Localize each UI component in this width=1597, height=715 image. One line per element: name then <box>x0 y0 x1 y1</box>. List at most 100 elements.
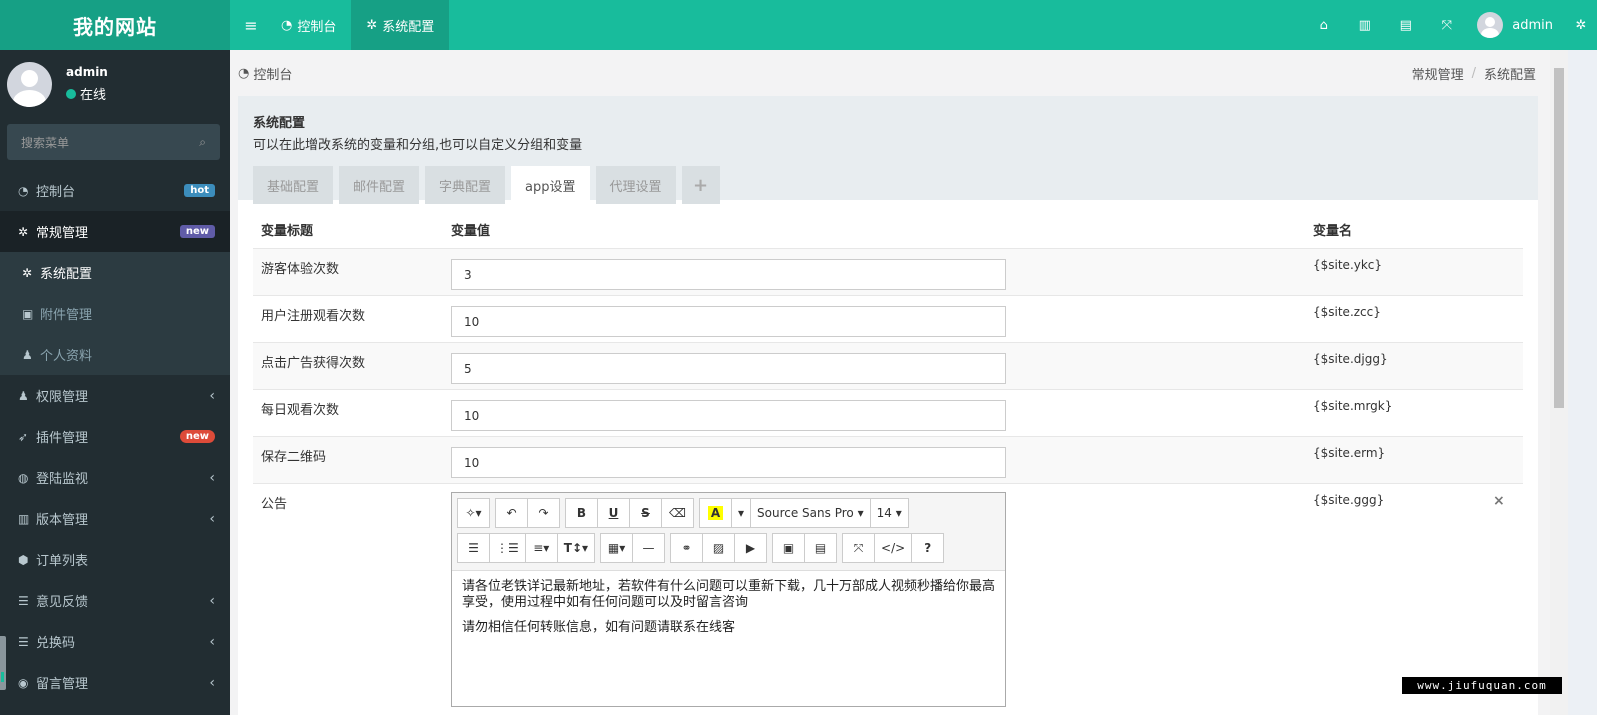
breadcrumb-home[interactable]: 控制台 <box>253 64 292 83</box>
line-height-icon[interactable]: T↕ ▾ <box>556 533 596 563</box>
rich-text-editor[interactable]: ✧▾ ↶ ↷ B U S ⌫ A ▾ Source Sans Pro ▾ 14 … <box>451 492 1006 707</box>
eraser-icon[interactable]: ⌫ <box>661 498 694 528</box>
sidebar-item-system-config[interactable]: ✲ 系统配置 <box>0 252 230 293</box>
font-family-select[interactable]: Source Sans Pro ▾ <box>750 498 871 528</box>
image-upload-icon[interactable]: ▣ <box>772 533 806 563</box>
trash-icon[interactable]: ▥ <box>1344 0 1385 50</box>
scrollbar[interactable] <box>1550 50 1568 715</box>
help-icon[interactable]: ? <box>911 533 945 563</box>
delete-icon[interactable]: × <box>1493 493 1505 509</box>
translate-icon[interactable]: ▤ <box>1385 0 1426 50</box>
highlight-color-icon[interactable]: A <box>699 498 732 528</box>
sidebar-item-plugins[interactable]: ➶ 插件管理 new <box>0 416 230 457</box>
group-icon: ♟ <box>18 388 29 403</box>
table-row: 用户注册观看次数 10 {$site.zcc} <box>253 295 1523 342</box>
magic-style-icon[interactable]: ✧▾ <box>457 498 490 528</box>
file-icon[interactable]: ▤ <box>804 533 838 563</box>
row-var-name: {$site.ykc} <box>1313 258 1383 272</box>
sidebar-item-redeem-codes[interactable]: ☰ 兑换码 ‹ <box>0 621 230 662</box>
color-dropdown-icon[interactable]: ▾ <box>731 498 752 528</box>
main-content: ◔ 控制台 常规管理 / 系统配置 系统配置 可以在此增改系统的变量和分组,也可… <box>230 50 1550 715</box>
tab-agent[interactable]: 代理设置 <box>595 166 676 204</box>
row-title: 用户注册观看次数 <box>261 309 366 324</box>
fullscreen-icon[interactable]: ⤧ <box>842 533 876 563</box>
video-icon[interactable]: ▶ <box>734 533 768 563</box>
undo-icon[interactable]: ↶ <box>495 498 528 528</box>
align-icon[interactable]: ≡▾ <box>524 533 558 563</box>
list-icon: ☰ <box>18 634 29 649</box>
search-placeholder: 搜索菜单 <box>21 135 70 150</box>
sidebar-item-label: 常规管理 <box>36 226 89 241</box>
site-logo[interactable]: 我的网站 <box>0 0 230 50</box>
value-input[interactable]: 10 <box>451 306 1006 337</box>
horizontal-rule-icon[interactable]: — <box>632 533 666 563</box>
value-input[interactable]: 10 <box>451 447 1006 478</box>
chevron-left-icon: ‹ <box>209 387 215 404</box>
sidebar-item-feedback[interactable]: ☰ 意见反馈 ‹ <box>0 580 230 621</box>
image-icon[interactable]: ▨ <box>702 533 736 563</box>
editor-toolbar: ✧▾ ↶ ↷ B U S ⌫ A ▾ Source Sans Pro ▾ 14 … <box>452 493 1005 571</box>
table-icon[interactable]: ▦▾ <box>600 533 634 563</box>
config-table: 变量标题 变量值 变量名 游客体验次数 3 {$site.ykc} 用户注册观看… <box>253 210 1523 713</box>
scrollbar-thumb[interactable] <box>1554 68 1564 408</box>
bold-icon[interactable]: B <box>565 498 598 528</box>
editor-content[interactable]: 请各位老铁详记最新地址，若软件有什么问题可以重新下载，几十万部成人视频秒播给你最… <box>452 571 1005 653</box>
row-var-name: {$site.djgg} <box>1313 352 1388 366</box>
sidebar-item-label: 登陆监视 <box>36 472 89 487</box>
bullet-list-icon[interactable]: ☰ <box>457 533 490 563</box>
add-tab-button[interactable]: + <box>681 166 720 204</box>
tab-basic[interactable]: 基础配置 <box>253 166 334 204</box>
home-icon[interactable]: ⌂ <box>1303 0 1344 50</box>
settings-gears-icon[interactable]: ✲ <box>1565 0 1597 50</box>
sidebar-item-label: 系统配置 <box>40 267 93 282</box>
tab-app[interactable]: app设置 <box>511 166 590 204</box>
sidebar-item-versions[interactable]: ▥ 版本管理 ‹ <box>0 498 230 539</box>
header-value: 变量值 <box>451 223 491 239</box>
value-input[interactable]: 3 <box>451 259 1006 290</box>
chevron-left-icon: ‹ <box>209 674 215 691</box>
tab-email[interactable]: 邮件配置 <box>339 166 420 204</box>
tab-dictionary[interactable]: 字典配置 <box>425 166 506 204</box>
tab-dashboard[interactable]: ◔ 控制台 <box>266 0 351 50</box>
sidebar-item-auth[interactable]: ♟ 权限管理 ‹ <box>0 375 230 416</box>
value-input[interactable]: 5 <box>451 353 1006 384</box>
link-icon[interactable]: ⚭ <box>670 533 704 563</box>
table-row: 保存二维码 10 {$site.erm} <box>253 436 1523 483</box>
sidebar-item-label: 订单列表 <box>36 554 89 569</box>
cube-icon: ⬢ <box>18 552 29 567</box>
search-icon[interactable]: ⌕ <box>199 135 206 150</box>
user-menu[interactable]: admin <box>1467 12 1565 38</box>
comment-icon: ◉ <box>18 675 29 690</box>
sidebar-item-attachments[interactable]: ▣ 附件管理 <box>0 293 230 334</box>
sidebar-item-login-monitor[interactable]: ◍ 登陆监视 ‹ <box>0 457 230 498</box>
sidebar-user-name: admin <box>66 65 108 79</box>
user-status-label: 在线 <box>80 88 107 103</box>
code-view-icon[interactable]: </> <box>874 533 913 563</box>
sidebar-item-messages[interactable]: ◉ 留言管理 ‹ <box>0 662 230 703</box>
user-menu-name: admin <box>1512 17 1553 33</box>
tab-system-config[interactable]: ✲ 系统配置 <box>351 0 450 50</box>
editor-paragraph: 请各位老铁详记最新地址，若软件有什么问题可以重新下载，几十万部成人视频秒播给你最… <box>462 579 996 610</box>
sidebar-edge-handle[interactable] <box>0 636 6 690</box>
underline-icon[interactable]: U <box>597 498 630 528</box>
header-title: 变量标题 <box>261 223 314 239</box>
avatar <box>1477 12 1504 38</box>
redo-icon[interactable]: ↷ <box>527 498 560 528</box>
user-icon: ♟ <box>22 347 33 362</box>
fullscreen-icon[interactable]: ⤧ <box>1426 0 1467 50</box>
breadcrumb-item-general[interactable]: 常规管理 <box>1412 64 1464 83</box>
sidebar-item-general[interactable]: ✲ 常规管理 new <box>0 211 230 252</box>
menu-toggle-icon[interactable]: ≡ <box>236 0 266 50</box>
strikethrough-icon[interactable]: S <box>629 498 662 528</box>
new-badge: new <box>179 225 215 238</box>
sidebar-item-dashboard[interactable]: ◔ 控制台 hot <box>0 170 230 211</box>
sidebar-item-profile[interactable]: ♟ 个人资料 <box>0 334 230 375</box>
numbered-list-icon[interactable]: ⋮☰ <box>489 533 526 563</box>
sidebar-item-orders[interactable]: ⬢ 订单列表 <box>0 539 230 580</box>
value-input[interactable]: 10 <box>451 400 1006 431</box>
font-size-select[interactable]: 14 ▾ <box>869 498 909 528</box>
row-title: 游客体验次数 <box>261 262 340 277</box>
search-input[interactable]: 搜索菜单 ⌕ <box>7 124 220 160</box>
table-row: 点击广告获得次数 5 {$site.djgg} <box>253 342 1523 389</box>
tab-dashboard-label: 控制台 <box>297 19 337 35</box>
